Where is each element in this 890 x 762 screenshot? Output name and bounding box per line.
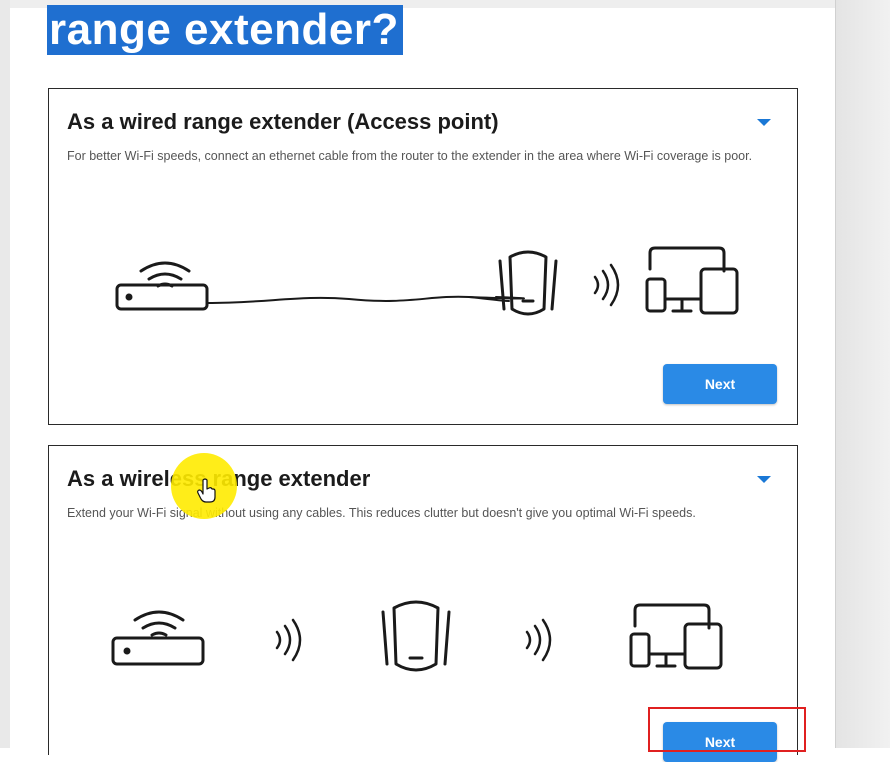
router-icon xyxy=(111,610,205,666)
devices-icon xyxy=(645,246,739,315)
chevron-down-icon[interactable] xyxy=(757,476,771,483)
next-button-wired[interactable]: Next xyxy=(663,364,777,404)
hand-cursor-icon xyxy=(197,478,216,503)
devices-icon xyxy=(629,603,723,670)
wired-diagram xyxy=(115,246,739,316)
right-scroll-gutter[interactable] xyxy=(835,0,890,748)
wifi-waves-icon xyxy=(593,263,620,307)
wifi-waves-icon xyxy=(275,618,302,662)
page-heading-selected: range extender? xyxy=(47,5,403,55)
card-title: As a wired range extender (Access point) xyxy=(67,109,499,134)
annotation-highlight-box xyxy=(648,707,806,752)
wireless-diagram xyxy=(111,600,723,672)
wired-option-card[interactable]: As a wired range extender (Access point)… xyxy=(48,88,798,425)
card-description: For better Wi-Fi speeds, connect an ethe… xyxy=(67,149,753,163)
extender-icon xyxy=(381,600,451,672)
card-description: Extend your Wi-Fi signal without using a… xyxy=(67,506,696,520)
wifi-waves-icon xyxy=(525,618,552,662)
chevron-down-icon[interactable] xyxy=(757,119,771,126)
left-gutter xyxy=(0,0,10,748)
router-icon xyxy=(115,261,209,311)
extender-icon xyxy=(498,250,558,316)
